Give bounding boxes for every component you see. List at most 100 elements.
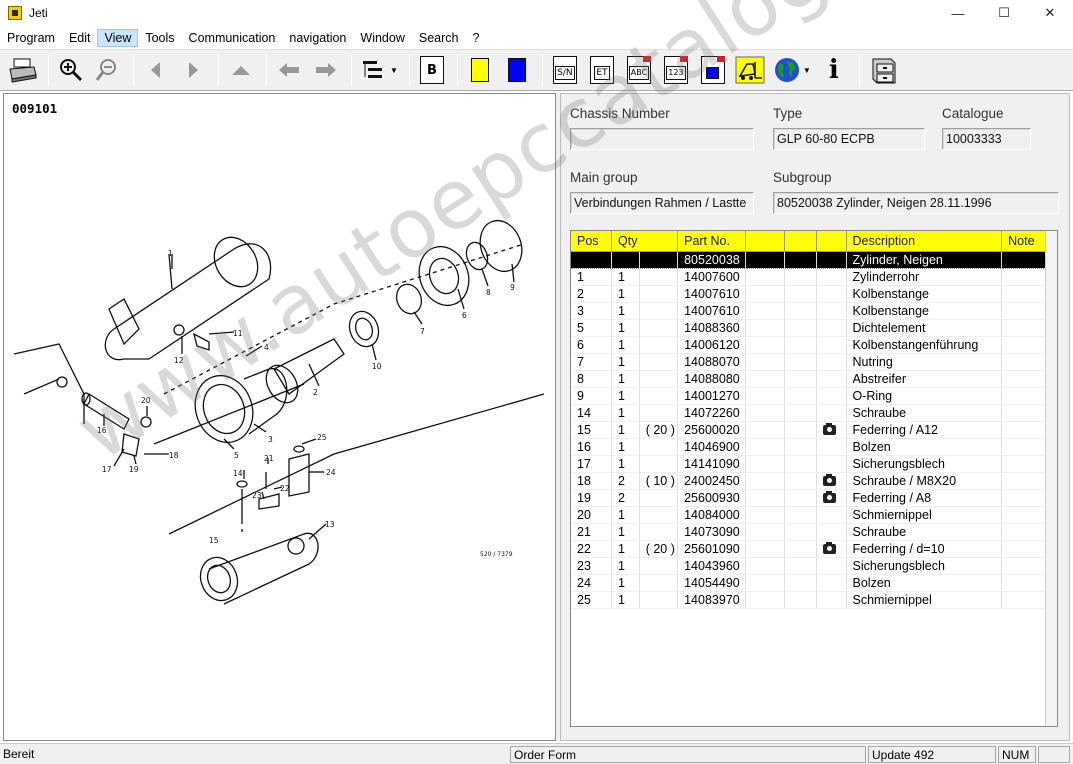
menu-search[interactable]: Search <box>412 29 466 47</box>
table-scrollbar[interactable] <box>1045 231 1057 726</box>
col-blank-3[interactable] <box>816 231 847 252</box>
zoom-in-icon[interactable] <box>54 53 88 87</box>
table-row[interactable]: 19 2 25600930 Federring / A8 <box>571 489 1047 507</box>
tree-dropdown-icon[interactable]: ▼ <box>390 66 398 75</box>
print-icon[interactable] <box>6 53 40 87</box>
table-row[interactable]: 23 1 14043960 Sicherungsblech <box>571 557 1047 575</box>
blue-marker-icon[interactable] <box>500 53 534 87</box>
col-note[interactable]: Note <box>1001 231 1047 252</box>
menu-tools[interactable]: Tools <box>138 29 181 47</box>
table-row[interactable]: 8 1 14088080 Abstreifer <box>571 370 1047 388</box>
camera-icon[interactable] <box>822 491 836 504</box>
callout-25[interactable]: 25 <box>317 433 327 442</box>
subgroup-field[interactable]: 80520038 Zylinder, Neigen 28.11.1996 <box>773 192 1059 214</box>
table-row[interactable]: 5 1 14088360 Dichtelement <box>571 319 1047 337</box>
callout-3[interactable]: 3 <box>268 435 273 444</box>
callout-6[interactable]: 6 <box>462 311 467 320</box>
globe-dropdown-icon[interactable]: ▼ <box>803 66 811 75</box>
forklift-icon[interactable] <box>733 53 767 87</box>
camera-icon[interactable] <box>822 423 836 436</box>
callout-21[interactable]: 21 <box>264 454 274 463</box>
table-row[interactable]: 21 1 14073090 Schraube <box>571 523 1047 541</box>
close-button[interactable]: ✕ <box>1027 0 1073 26</box>
callout-9[interactable]: 9 <box>510 283 515 292</box>
table-row[interactable]: 14 1 14072260 Schraube <box>571 404 1047 422</box>
table-row[interactable]: 1 1 14007600 Zylinderrohr <box>571 268 1047 286</box>
table-row[interactable]: 2 1 14007610 Kolbenstange <box>571 285 1047 303</box>
drawing-pane[interactable]: 009101 1 2 3 4 5 6 7 8 9 10 11 12 13 14 … <box>3 93 556 741</box>
123-icon[interactable]: 123 <box>659 53 693 87</box>
cabinet-icon[interactable] <box>865 53 899 87</box>
catalogue-field[interactable]: 10003333 <box>942 128 1031 150</box>
table-row[interactable]: 20 1 14084000 Schmiernippel <box>571 506 1047 524</box>
callout-16[interactable]: 16 <box>97 426 107 435</box>
table-row[interactable]: 16 1 14046900 Bolzen <box>571 438 1047 456</box>
type-field[interactable]: GLP 60-80 ECPB <box>773 128 925 150</box>
menu-navigation[interactable]: navigation <box>282 29 353 47</box>
callout-22[interactable]: 22 <box>280 484 290 493</box>
menu-window[interactable]: Window <box>353 29 411 47</box>
menu-edit[interactable]: Edit <box>62 29 98 47</box>
menu-help[interactable]: ? <box>465 29 486 47</box>
chassis-number-field[interactable] <box>570 128 754 150</box>
col-blank-2[interactable] <box>784 231 817 252</box>
menu-communication[interactable]: Communication <box>182 29 283 47</box>
serial-number-icon[interactable]: S/N <box>548 53 582 87</box>
minimize-button[interactable]: — <box>935 0 981 26</box>
callout-12[interactable]: 12 <box>174 356 184 365</box>
camera-icon[interactable] <box>822 542 836 555</box>
bookmark-icon[interactable]: B <box>415 53 449 87</box>
main-group-field[interactable]: Verbindungen Rahmen / Lastte <box>570 192 754 214</box>
globe-icon[interactable] <box>770 53 804 87</box>
tree-icon[interactable] <box>357 53 391 87</box>
yellow-marker-icon[interactable] <box>463 53 497 87</box>
arrow-right-icon[interactable] <box>176 53 210 87</box>
order-form-status[interactable]: Order Form <box>510 746 866 763</box>
callout-23[interactable]: 23 <box>252 491 262 500</box>
callout-7[interactable]: 7 <box>420 327 425 336</box>
table-row[interactable]: 17 1 14141090 Sicherungsblech <box>571 455 1047 473</box>
table-row[interactable]: 25 1 14083970 Schmiernippel <box>571 591 1047 609</box>
callout-17[interactable]: 17 <box>102 465 112 474</box>
table-row[interactable]: 9 1 14001270 O-Ring <box>571 387 1047 405</box>
menu-program[interactable]: Program <box>0 29 62 47</box>
et-icon[interactable]: ET <box>585 53 619 87</box>
callout-24[interactable]: 24 <box>326 468 336 477</box>
arrow-left-icon[interactable] <box>139 53 173 87</box>
callout-10[interactable]: 10 <box>372 362 382 371</box>
maximize-button[interactable]: ☐ <box>981 0 1027 26</box>
col-description[interactable]: Description <box>846 231 1003 252</box>
callout-8[interactable]: 8 <box>486 288 491 297</box>
zoom-out-icon[interactable] <box>91 53 125 87</box>
callout-15[interactable]: 15 <box>209 536 219 545</box>
table-row[interactable]: 80520038 Zylinder, Neigen <box>571 251 1047 269</box>
callout-13[interactable]: 13 <box>325 520 335 529</box>
callout-4[interactable]: 4 <box>264 343 269 352</box>
info-icon[interactable]: i <box>817 53 851 87</box>
callout-19[interactable]: 19 <box>129 465 139 474</box>
table-row[interactable]: 7 1 14088070 Nutring <box>571 353 1047 371</box>
arrow-up-icon[interactable] <box>224 53 258 87</box>
callout-18[interactable]: 18 <box>169 451 179 460</box>
col-pos[interactable]: Pos <box>571 231 612 252</box>
callout-20[interactable]: 20 <box>141 396 151 405</box>
callout-5[interactable]: 5 <box>234 451 239 460</box>
abc-icon[interactable]: ABC <box>622 53 656 87</box>
col-qty[interactable]: Qty <box>611 231 679 252</box>
table-row[interactable]: 24 1 14054490 Bolzen <box>571 574 1047 592</box>
camera-icon[interactable] <box>822 474 836 487</box>
callout-2[interactable]: 2 <box>313 388 318 397</box>
table-row[interactable]: 18 2( 10 ) 24002450 Schraube / M8X20 <box>571 472 1047 490</box>
table-row[interactable]: 22 1( 20 ) 25601090 Federring / d=10 <box>571 540 1047 558</box>
callout-1[interactable]: 1 <box>168 249 173 258</box>
col-blank-1[interactable] <box>745 231 785 252</box>
exploded-parts-drawing[interactable]: 1 2 3 4 5 6 7 8 9 10 11 12 13 14 15 16 1… <box>4 94 555 740</box>
blue-doc-icon[interactable] <box>696 53 730 87</box>
back-icon[interactable] <box>272 53 306 87</box>
parts-table[interactable]: Pos Qty Part No. Description Note 805200… <box>570 230 1058 727</box>
table-row[interactable]: 3 1 14007610 Kolbenstange <box>571 302 1047 320</box>
forward-icon[interactable] <box>309 53 343 87</box>
callout-14[interactable]: 14 <box>233 469 243 478</box>
menu-view[interactable]: View <box>97 28 139 47</box>
col-part-no[interactable]: Part No. <box>677 231 747 252</box>
